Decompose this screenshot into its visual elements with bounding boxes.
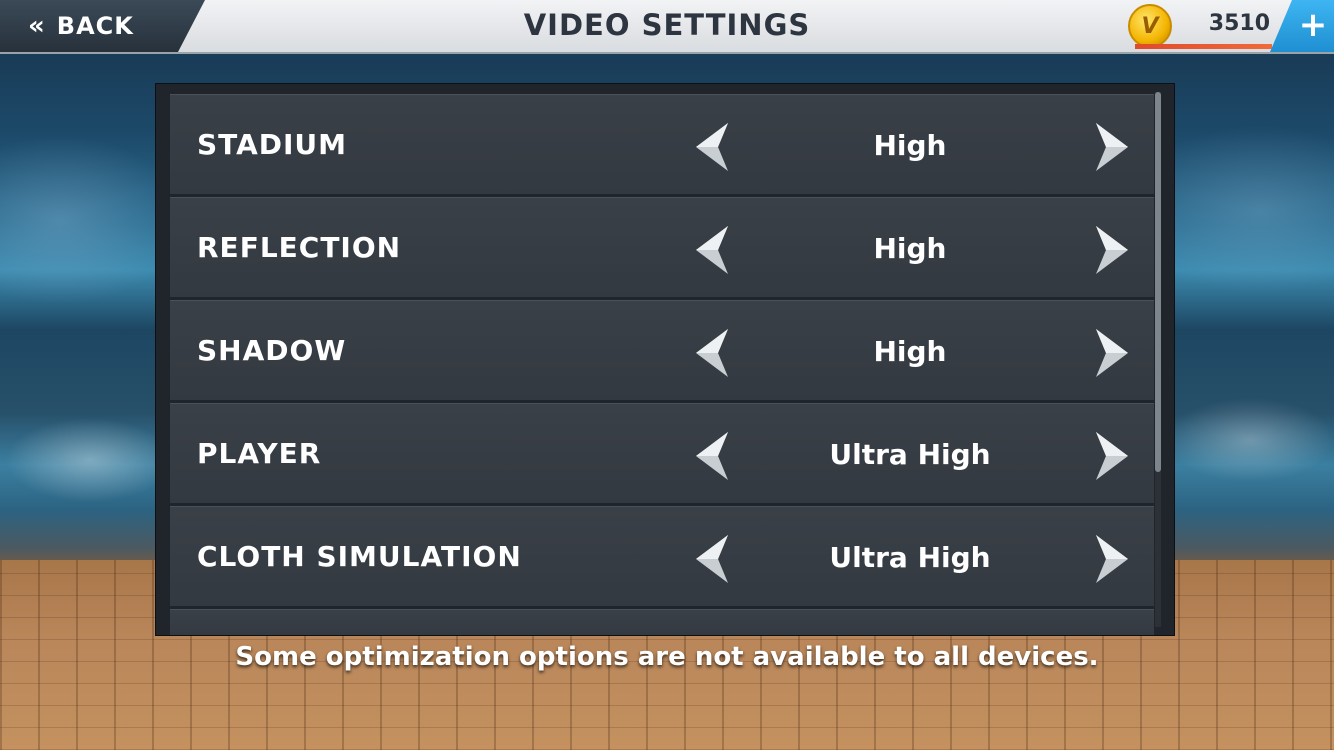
setting-label: SHADOW: [197, 334, 347, 367]
arrow-right-icon[interactable]: [1092, 329, 1132, 377]
setting-row-reflection: REFLECTION High: [170, 197, 1154, 297]
setting-row-stadium: STADIUM High: [170, 94, 1154, 194]
setting-value: Ultra High: [829, 541, 991, 574]
setting-label: CLOTH SIMULATION: [197, 540, 522, 573]
setting-value: High: [873, 129, 947, 162]
arrow-left-icon[interactable]: [692, 432, 732, 480]
arrow-right-icon[interactable]: [1092, 432, 1132, 480]
arrow-right-icon[interactable]: [1092, 123, 1132, 171]
top-bar: « BACK VIDEO SETTINGS V 3510 +: [0, 0, 1334, 54]
setting-label: PLAYER: [197, 437, 322, 470]
arrow-left-icon[interactable]: [692, 535, 732, 583]
setting-label: REFLECTION: [197, 231, 402, 264]
setting-row-shadow: SHADOW High: [170, 300, 1154, 400]
coin-count: 3510: [1208, 11, 1270, 36]
coin-glyph: V: [1141, 13, 1159, 39]
setting-value: Ultra High: [829, 438, 991, 471]
setting-row-partial: [170, 609, 1154, 635]
arrow-right-icon[interactable]: [1092, 226, 1132, 274]
setting-row-cloth-simulation: CLOTH SIMULATION Ultra High: [170, 506, 1154, 606]
scrollbar-thumb[interactable]: [1155, 92, 1161, 472]
settings-list: STADIUM High REFLECTION High SHADOW High PLAYE…: [170, 94, 1154, 635]
coin-icon: V: [1128, 4, 1172, 48]
arrow-right-icon[interactable]: [1092, 535, 1132, 583]
plus-icon: +: [1298, 5, 1328, 45]
settings-panel: STADIUM High REFLECTION High SHADOW High PLAYE…: [156, 84, 1174, 635]
setting-value: High: [873, 232, 947, 265]
arrow-left-icon[interactable]: [692, 226, 732, 274]
coin-bar: [1135, 44, 1272, 49]
arrow-left-icon[interactable]: [692, 123, 732, 171]
setting-row-player: PLAYER Ultra High: [170, 403, 1154, 503]
setting-label: STADIUM: [197, 128, 348, 161]
setting-value: High: [873, 335, 947, 368]
footnote: Some optimization options are not availa…: [235, 642, 1099, 672]
arrow-left-icon[interactable]: [692, 329, 732, 377]
